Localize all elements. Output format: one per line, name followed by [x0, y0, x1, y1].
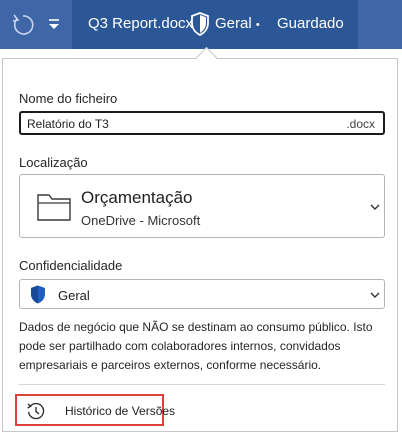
title-bar: Q3 Report.docx Geral • Guardado [0, 0, 402, 49]
sensitivity-label: Confidencialidade [19, 258, 123, 273]
quick-access-toolbar [0, 0, 72, 49]
quick-access-dropdown-icon[interactable] [45, 14, 63, 34]
sensitivity-description: Dados de negócio que NÃO se destinam ao … [19, 320, 373, 372]
sensitivity-dot: • [255, 19, 260, 31]
panel-border [213, 58, 398, 59]
sensitivity-label-button[interactable]: Geral • [215, 15, 260, 32]
location-label: Localização [19, 155, 88, 170]
history-icon [27, 402, 45, 420]
document-name[interactable]: Q3 Report.docx [88, 15, 193, 32]
title-bar-accent [358, 0, 402, 49]
sensitivity-label-text: Geral [215, 15, 252, 32]
chevron-down-icon [370, 204, 380, 210]
panel-border [2, 58, 199, 59]
file-extension: .docx [346, 117, 375, 131]
folder-icon [37, 194, 71, 221]
undo-icon[interactable] [10, 12, 36, 38]
location-folder: Orçamentação [81, 188, 193, 207]
save-status: Guardado [277, 15, 344, 32]
file-name-field[interactable]: .docx [19, 111, 385, 135]
shield-icon[interactable] [190, 12, 210, 36]
file-name-input[interactable] [27, 116, 327, 132]
version-history-button[interactable]: Histórico de Versões [15, 394, 175, 426]
chevron-down-icon [370, 292, 380, 298]
divider [19, 384, 385, 385]
shield-icon [31, 285, 45, 304]
location-dropdown[interactable]: Orçamentação OneDrive - Microsoft [19, 174, 385, 238]
version-history-label: Histórico de Versões [65, 404, 176, 418]
location-service: OneDrive - Microsoft [81, 213, 201, 228]
sensitivity-value: Geral [58, 288, 90, 303]
file-name-label: Nome do ficheiro [19, 91, 118, 106]
sensitivity-dropdown[interactable]: Geral [19, 279, 385, 309]
